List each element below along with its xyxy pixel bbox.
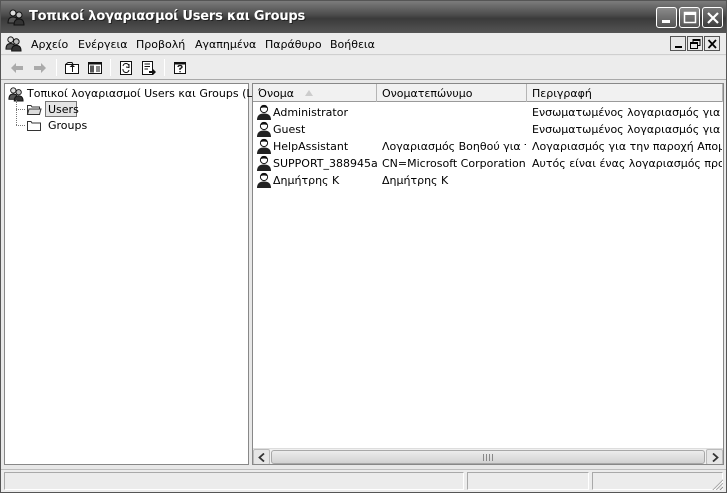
list-item[interactable]: Guest Ενσωματωμένος λογαριασμός για πρ..… <box>253 121 723 138</box>
title-bar[interactable]: Τοπικοί λογαριασμοί Users και Groups <box>1 1 726 33</box>
scroll-right-icon <box>712 453 719 462</box>
user-icon <box>257 104 271 120</box>
menu-file[interactable]: Αρχείο <box>31 38 68 51</box>
column-header-name-label: Όνομα <box>258 87 295 100</box>
cell-name: Administrator <box>273 106 348 119</box>
status-pane <box>592 472 723 490</box>
cell-description: Ενσωματωμένος λογαριασμός για τη... <box>532 106 722 119</box>
show-hide-tree-icon <box>88 62 102 74</box>
tree-root-label: Τοπικοί λογαριασμοί Users και Groups (Lo… <box>27 87 280 100</box>
cell-name: SUPPORT_388945a0 <box>273 157 377 170</box>
list-item[interactable]: SUPPORT_388945a0 CN=Microsoft Corporatio… <box>253 155 723 172</box>
export-list-icon <box>142 61 156 75</box>
list-item[interactable]: Administrator Ενσωματωμένος λογαριασμός … <box>253 104 723 121</box>
menu-help[interactable]: Βοήθεια <box>330 38 375 51</box>
forward-arrow-icon <box>34 63 46 73</box>
tree-item-users-label: Users <box>48 103 79 116</box>
export-list-button[interactable] <box>139 58 159 78</box>
cell-full-name: CN=Microsoft Corporation... <box>382 157 526 170</box>
scroll-left-icon <box>258 453 265 462</box>
grip-icon <box>483 454 493 461</box>
results-pane: Όνομα Ονοματεπώνυμο Περιγραφή Administra… <box>252 83 724 465</box>
cell-description: Λογαριασμός για την παροχή Απομα... <box>532 140 722 153</box>
user-icon <box>257 172 271 188</box>
menu-action[interactable]: Ενέργεια <box>78 38 127 51</box>
menu-favorites[interactable]: Αγαπημένα <box>195 38 256 51</box>
cell-name: HelpAssistant <box>273 140 349 153</box>
toolbar-separator <box>110 59 111 76</box>
scroll-right-button[interactable] <box>706 449 723 464</box>
child-close-button[interactable] <box>704 36 720 51</box>
properties-help-icon <box>174 62 186 74</box>
refresh-icon <box>120 61 132 75</box>
tree-item-groups-label: Groups <box>48 119 88 132</box>
column-header-full-name[interactable]: Ονοματεπώνυμο <box>377 84 527 102</box>
scrollbar-thumb[interactable] <box>271 450 705 464</box>
show-hide-tree-button[interactable] <box>85 58 105 78</box>
user-icon <box>257 155 271 171</box>
minimize-button[interactable] <box>656 7 677 28</box>
cell-description: Αυτός είναι ένας λογαριασμός προμη... <box>532 157 722 170</box>
cell-name: Guest <box>273 123 306 136</box>
folder-icon <box>27 121 41 131</box>
horizontal-scrollbar[interactable] <box>253 448 723 464</box>
list-header: Όνομα Ονοματεπώνυμο Περιγραφή <box>253 84 723 102</box>
back-arrow-icon <box>11 63 23 73</box>
forward-button[interactable] <box>30 58 50 78</box>
toolbar <box>1 56 726 80</box>
menu-view[interactable]: Προβολή <box>136 38 185 51</box>
restore-icon <box>690 39 701 49</box>
scroll-left-button[interactable] <box>253 449 270 464</box>
mmc-window: Τοπικοί λογαριασμοί Users και Groups Αρχ… <box>0 0 727 493</box>
up-folder-icon <box>65 62 79 74</box>
cell-description: Ενσωματωμένος λογαριασμός για πρ... <box>532 123 722 136</box>
column-header-name[interactable]: Όνομα <box>253 84 377 102</box>
maximize-icon <box>683 11 697 24</box>
tree-item-groups[interactable]: Groups <box>5 118 245 134</box>
user-icon <box>257 138 271 154</box>
status-pane <box>4 472 464 490</box>
minimize-icon <box>662 20 670 23</box>
toolbar-separator <box>164 59 165 76</box>
console-tree: Τοπικοί λογαριασμοί Users και Groups (Lo… <box>4 83 279 465</box>
back-button[interactable] <box>7 58 27 78</box>
list-item[interactable]: Δημήτρης Κ Δημήτρης Κ <box>253 172 723 189</box>
tree-item-users[interactable]: Users <box>5 101 245 118</box>
refresh-button[interactable] <box>116 58 136 78</box>
close-icon <box>707 39 717 49</box>
window-title: Τοπικοί λογαριασμοί Users και Groups <box>29 9 306 24</box>
list-item[interactable]: HelpAssistant Λογαριασμός Βοηθού για τ..… <box>253 138 723 155</box>
cell-full-name: Δημήτρης Κ <box>382 174 449 187</box>
status-pane <box>467 472 589 490</box>
status-bar <box>1 469 726 492</box>
users-groups-icon <box>7 9 25 26</box>
properties-help-button[interactable] <box>170 58 190 78</box>
up-one-level-button[interactable] <box>62 58 82 78</box>
tree-root[interactable]: Τοπικοί λογαριασμοί Users και Groups (Lo… <box>7 86 279 102</box>
menu-bar: Αρχείο Ενέργεια Προβολή Αγαπημένα Παράθυ… <box>1 33 726 55</box>
column-header-description[interactable]: Περιγραφή <box>527 84 723 102</box>
user-icon <box>257 121 271 137</box>
cell-name: Δημήτρης Κ <box>273 174 340 187</box>
close-button[interactable] <box>702 7 723 28</box>
toolbar-separator <box>56 59 57 76</box>
sort-ascending-icon <box>305 90 313 96</box>
folder-open-icon <box>26 105 42 115</box>
menu-window[interactable]: Παράθυρο <box>265 38 322 51</box>
maximize-button[interactable] <box>679 7 700 28</box>
minimize-icon <box>675 46 682 48</box>
child-restore-button[interactable] <box>687 36 703 51</box>
cell-full-name: Λογαριασμός Βοηθού για τ... <box>382 140 526 153</box>
resize-grip-icon[interactable] <box>711 478 723 490</box>
close-icon <box>707 12 719 24</box>
system-menu-icon[interactable] <box>5 35 22 52</box>
child-minimize-button[interactable] <box>670 36 686 51</box>
